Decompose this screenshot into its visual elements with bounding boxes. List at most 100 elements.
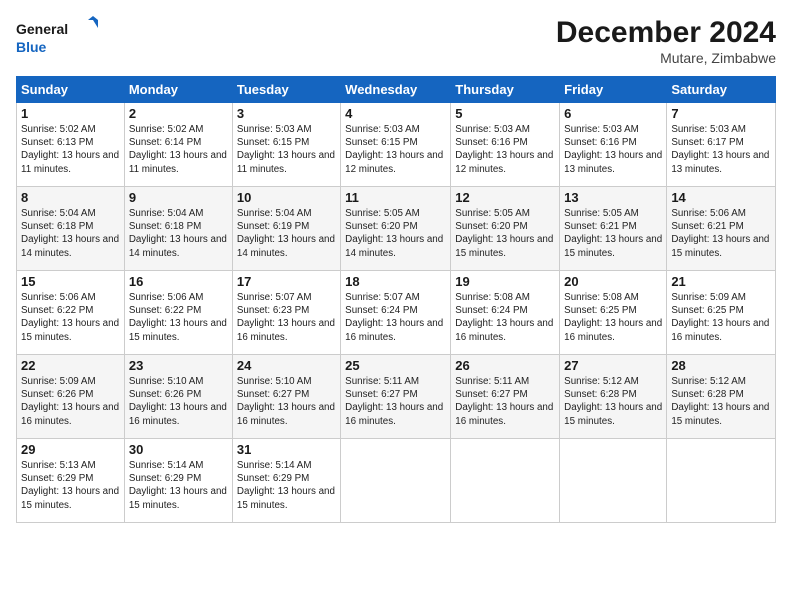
table-row: 14 Sunrise: 5:06 AMSunset: 6:21 PMDaylig… bbox=[667, 187, 776, 271]
day-info: Sunrise: 5:07 AMSunset: 6:24 PMDaylight:… bbox=[345, 292, 443, 343]
calendar-week-row: 29 Sunrise: 5:13 AMSunset: 6:29 PMDaylig… bbox=[17, 439, 776, 523]
table-row: 10 Sunrise: 5:04 AMSunset: 6:19 PMDaylig… bbox=[232, 187, 340, 271]
calendar-week-row: 8 Sunrise: 5:04 AMSunset: 6:18 PMDayligh… bbox=[17, 187, 776, 271]
day-info: Sunrise: 5:07 AMSunset: 6:23 PMDaylight:… bbox=[237, 292, 335, 343]
day-info: Sunrise: 5:10 AMSunset: 6:26 PMDaylight:… bbox=[129, 376, 227, 427]
day-info: Sunrise: 5:05 AMSunset: 6:20 PMDaylight:… bbox=[345, 208, 443, 259]
table-row: 27 Sunrise: 5:12 AMSunset: 6:28 PMDaylig… bbox=[560, 355, 667, 439]
day-info: Sunrise: 5:14 AMSunset: 6:29 PMDaylight:… bbox=[237, 460, 335, 511]
table-row: 2 Sunrise: 5:02 AMSunset: 6:14 PMDayligh… bbox=[124, 103, 232, 187]
day-info: Sunrise: 5:06 AMSunset: 6:22 PMDaylight:… bbox=[21, 292, 119, 343]
day-number: 17 bbox=[237, 274, 336, 289]
day-number: 24 bbox=[237, 358, 336, 373]
table-row: 28 Sunrise: 5:12 AMSunset: 6:28 PMDaylig… bbox=[667, 355, 776, 439]
day-info: Sunrise: 5:12 AMSunset: 6:28 PMDaylight:… bbox=[564, 376, 662, 427]
day-info: Sunrise: 5:02 AMSunset: 6:14 PMDaylight:… bbox=[129, 124, 227, 175]
day-number: 6 bbox=[564, 106, 662, 121]
svg-text:Blue: Blue bbox=[16, 39, 47, 55]
day-number: 22 bbox=[21, 358, 120, 373]
calendar-week-row: 22 Sunrise: 5:09 AMSunset: 6:26 PMDaylig… bbox=[17, 355, 776, 439]
table-row bbox=[341, 439, 451, 523]
day-number: 14 bbox=[671, 190, 771, 205]
logo-icon: General Blue bbox=[16, 16, 106, 61]
table-row: 13 Sunrise: 5:05 AMSunset: 6:21 PMDaylig… bbox=[560, 187, 667, 271]
svg-text:General: General bbox=[16, 21, 68, 37]
table-row: 18 Sunrise: 5:07 AMSunset: 6:24 PMDaylig… bbox=[341, 271, 451, 355]
day-number: 4 bbox=[345, 106, 446, 121]
day-info: Sunrise: 5:14 AMSunset: 6:29 PMDaylight:… bbox=[129, 460, 227, 511]
table-row bbox=[667, 439, 776, 523]
location-label: Mutare, Zimbabwe bbox=[556, 50, 776, 66]
day-number: 10 bbox=[237, 190, 336, 205]
table-row: 25 Sunrise: 5:11 AMSunset: 6:27 PMDaylig… bbox=[341, 355, 451, 439]
table-row: 1 Sunrise: 5:02 AMSunset: 6:13 PMDayligh… bbox=[17, 103, 125, 187]
table-row: 20 Sunrise: 5:08 AMSunset: 6:25 PMDaylig… bbox=[560, 271, 667, 355]
day-info: Sunrise: 5:04 AMSunset: 6:18 PMDaylight:… bbox=[21, 208, 119, 259]
table-row: 15 Sunrise: 5:06 AMSunset: 6:22 PMDaylig… bbox=[17, 271, 125, 355]
calendar-table: Sunday Monday Tuesday Wednesday Thursday… bbox=[16, 76, 776, 523]
day-number: 21 bbox=[671, 274, 771, 289]
day-number: 19 bbox=[455, 274, 555, 289]
day-info: Sunrise: 5:03 AMSunset: 6:15 PMDaylight:… bbox=[237, 124, 335, 175]
header-sunday: Sunday bbox=[17, 77, 125, 103]
day-number: 29 bbox=[21, 442, 120, 457]
day-number: 9 bbox=[129, 190, 228, 205]
table-row: 4 Sunrise: 5:03 AMSunset: 6:15 PMDayligh… bbox=[341, 103, 451, 187]
header-monday: Monday bbox=[124, 77, 232, 103]
day-info: Sunrise: 5:03 AMSunset: 6:16 PMDaylight:… bbox=[564, 124, 662, 175]
calendar-week-row: 1 Sunrise: 5:02 AMSunset: 6:13 PMDayligh… bbox=[17, 103, 776, 187]
day-info: Sunrise: 5:11 AMSunset: 6:27 PMDaylight:… bbox=[345, 376, 443, 427]
table-row: 9 Sunrise: 5:04 AMSunset: 6:18 PMDayligh… bbox=[124, 187, 232, 271]
day-number: 27 bbox=[564, 358, 662, 373]
day-info: Sunrise: 5:12 AMSunset: 6:28 PMDaylight:… bbox=[671, 376, 769, 427]
day-info: Sunrise: 5:03 AMSunset: 6:17 PMDaylight:… bbox=[671, 124, 769, 175]
table-row: 29 Sunrise: 5:13 AMSunset: 6:29 PMDaylig… bbox=[17, 439, 125, 523]
header-tuesday: Tuesday bbox=[232, 77, 340, 103]
header-saturday: Saturday bbox=[667, 77, 776, 103]
table-row: 26 Sunrise: 5:11 AMSunset: 6:27 PMDaylig… bbox=[451, 355, 560, 439]
table-row: 12 Sunrise: 5:05 AMSunset: 6:20 PMDaylig… bbox=[451, 187, 560, 271]
day-number: 25 bbox=[345, 358, 446, 373]
calendar-header-row: Sunday Monday Tuesday Wednesday Thursday… bbox=[17, 77, 776, 103]
day-number: 16 bbox=[129, 274, 228, 289]
table-row: 21 Sunrise: 5:09 AMSunset: 6:25 PMDaylig… bbox=[667, 271, 776, 355]
logo: General Blue bbox=[16, 16, 106, 61]
table-row: 31 Sunrise: 5:14 AMSunset: 6:29 PMDaylig… bbox=[232, 439, 340, 523]
calendar-page: General Blue December 2024 Mutare, Zimba… bbox=[0, 0, 792, 612]
table-row: 22 Sunrise: 5:09 AMSunset: 6:26 PMDaylig… bbox=[17, 355, 125, 439]
page-header: General Blue December 2024 Mutare, Zimba… bbox=[16, 16, 776, 66]
day-number: 3 bbox=[237, 106, 336, 121]
day-info: Sunrise: 5:10 AMSunset: 6:27 PMDaylight:… bbox=[237, 376, 335, 427]
day-number: 26 bbox=[455, 358, 555, 373]
day-number: 13 bbox=[564, 190, 662, 205]
day-number: 18 bbox=[345, 274, 446, 289]
day-number: 5 bbox=[455, 106, 555, 121]
day-number: 23 bbox=[129, 358, 228, 373]
day-info: Sunrise: 5:05 AMSunset: 6:21 PMDaylight:… bbox=[564, 208, 662, 259]
day-info: Sunrise: 5:03 AMSunset: 6:15 PMDaylight:… bbox=[345, 124, 443, 175]
day-info: Sunrise: 5:02 AMSunset: 6:13 PMDaylight:… bbox=[21, 124, 119, 175]
table-row: 23 Sunrise: 5:10 AMSunset: 6:26 PMDaylig… bbox=[124, 355, 232, 439]
day-number: 2 bbox=[129, 106, 228, 121]
header-friday: Friday bbox=[560, 77, 667, 103]
table-row: 19 Sunrise: 5:08 AMSunset: 6:24 PMDaylig… bbox=[451, 271, 560, 355]
title-block: December 2024 Mutare, Zimbabwe bbox=[556, 16, 776, 66]
month-year-title: December 2024 bbox=[556, 16, 776, 50]
table-row: 8 Sunrise: 5:04 AMSunset: 6:18 PMDayligh… bbox=[17, 187, 125, 271]
table-row bbox=[451, 439, 560, 523]
table-row: 30 Sunrise: 5:14 AMSunset: 6:29 PMDaylig… bbox=[124, 439, 232, 523]
header-wednesday: Wednesday bbox=[341, 77, 451, 103]
day-info: Sunrise: 5:08 AMSunset: 6:24 PMDaylight:… bbox=[455, 292, 553, 343]
day-info: Sunrise: 5:06 AMSunset: 6:22 PMDaylight:… bbox=[129, 292, 227, 343]
day-number: 8 bbox=[21, 190, 120, 205]
table-row: 7 Sunrise: 5:03 AMSunset: 6:17 PMDayligh… bbox=[667, 103, 776, 187]
day-info: Sunrise: 5:04 AMSunset: 6:18 PMDaylight:… bbox=[129, 208, 227, 259]
day-number: 15 bbox=[21, 274, 120, 289]
day-number: 31 bbox=[237, 442, 336, 457]
day-info: Sunrise: 5:13 AMSunset: 6:29 PMDaylight:… bbox=[21, 460, 119, 511]
day-number: 30 bbox=[129, 442, 228, 457]
day-info: Sunrise: 5:11 AMSunset: 6:27 PMDaylight:… bbox=[455, 376, 553, 427]
day-number: 7 bbox=[671, 106, 771, 121]
table-row: 5 Sunrise: 5:03 AMSunset: 6:16 PMDayligh… bbox=[451, 103, 560, 187]
day-number: 11 bbox=[345, 190, 446, 205]
